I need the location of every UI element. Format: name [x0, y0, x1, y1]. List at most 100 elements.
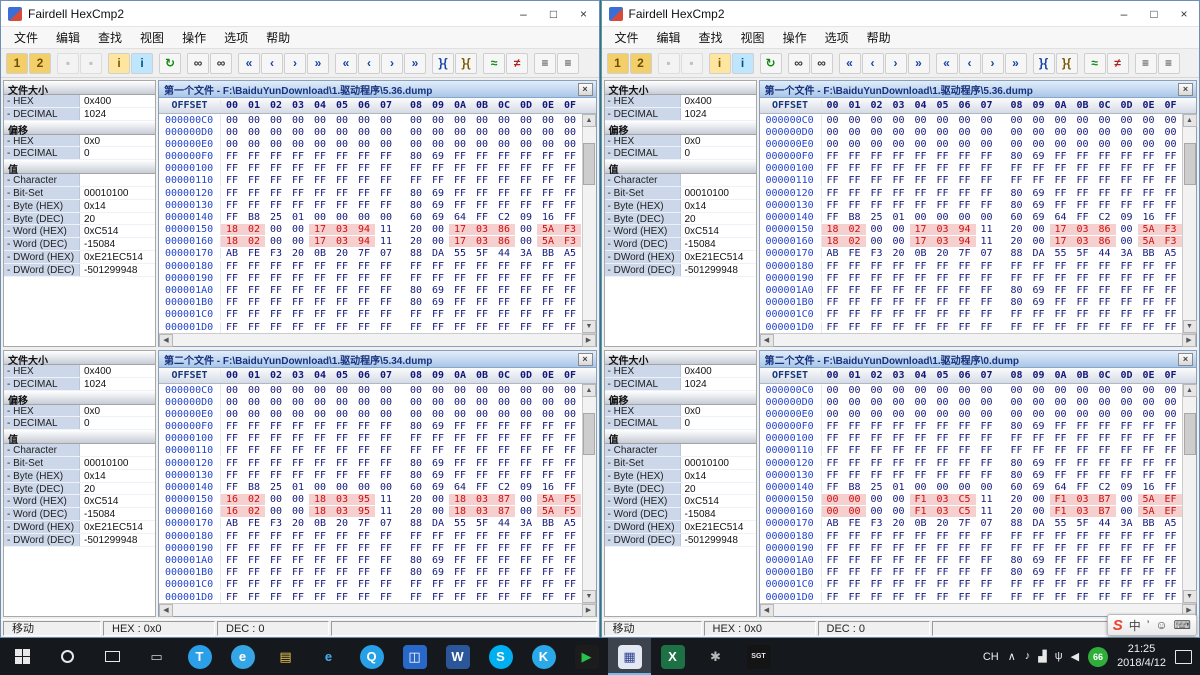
hex-byte[interactable]: FF: [1138, 273, 1160, 284]
hex-byte[interactable]: FF: [515, 297, 537, 308]
hex-byte[interactable]: FF: [471, 445, 493, 456]
hex-byte[interactable]: FF: [375, 531, 397, 542]
hex-byte[interactable]: FF: [1138, 297, 1160, 308]
hex-byte[interactable]: FF: [331, 322, 353, 333]
hex-byte[interactable]: FF: [1160, 273, 1182, 284]
hex-byte[interactable]: FF: [221, 433, 243, 444]
hex-byte[interactable]: 00: [888, 385, 910, 396]
sidebar-row[interactable]: - Word (HEX) 0xC514: [4, 495, 155, 509]
hex-byte[interactable]: FF: [1050, 309, 1072, 320]
hex-byte[interactable]: FF: [1160, 555, 1182, 566]
hex-byte[interactable]: FF: [243, 273, 265, 284]
hex-byte[interactable]: FF: [1072, 433, 1094, 444]
hex-byte[interactable]: FF: [353, 163, 375, 174]
hex-byte[interactable]: FF: [910, 175, 932, 186]
hex-byte[interactable]: FF: [515, 261, 537, 272]
hex-byte[interactable]: 60: [405, 482, 427, 493]
hex-byte[interactable]: FF: [910, 261, 932, 272]
hex-byte[interactable]: 00: [822, 127, 844, 138]
hex-byte[interactable]: FF: [1006, 273, 1028, 284]
hex-byte[interactable]: FF: [265, 458, 287, 469]
hex-byte[interactable]: FF: [822, 261, 844, 272]
hex-byte[interactable]: FF: [537, 470, 559, 481]
hex-byte[interactable]: 20: [331, 248, 353, 259]
hex-byte[interactable]: C5: [953, 494, 976, 506]
sidebar-row[interactable]: - DECIMAL 1024: [4, 107, 155, 121]
hex-byte[interactable]: FF: [910, 200, 932, 211]
hex-byte[interactable]: FF: [449, 163, 471, 174]
sidebar-row[interactable]: - HEX 0x400: [4, 365, 155, 378]
hex-byte[interactable]: 00: [1028, 224, 1050, 235]
sidebar-row[interactable]: - Word (DEC) -15084: [4, 508, 155, 521]
hex-byte[interactable]: FF: [243, 592, 265, 603]
hex-byte[interactable]: FF: [1116, 273, 1138, 284]
scroll-down-icon[interactable]: ▼: [582, 590, 596, 603]
sidebar-group-header[interactable]: 文件大小: [4, 81, 155, 97]
hex-byte[interactable]: FF: [866, 309, 888, 320]
hex-byte[interactable]: 00: [331, 115, 353, 126]
hex-byte[interactable]: FF: [1116, 445, 1138, 456]
hex-byte[interactable]: FF: [1116, 285, 1138, 296]
next-byte-diff-button[interactable]: ›: [981, 52, 1004, 74]
hex-byte[interactable]: FF: [1138, 421, 1160, 432]
sidebar-row[interactable]: - Byte (DEC) 20: [604, 482, 756, 496]
hex-byte[interactable]: FF: [976, 531, 998, 542]
hex-byte[interactable]: FF: [331, 458, 353, 469]
hex-byte[interactable]: FF: [1138, 543, 1160, 554]
hex-byte[interactable]: FF: [353, 188, 375, 199]
hex-byte[interactable]: FF: [1028, 261, 1050, 272]
hex-byte[interactable]: FF: [449, 531, 471, 542]
hex-byte[interactable]: B7: [1093, 506, 1116, 518]
hex-byte[interactable]: FF: [471, 433, 493, 444]
sogou-logo[interactable]: S: [1113, 617, 1123, 634]
sidebar-row[interactable]: - Byte (HEX) 0x14: [604, 199, 756, 213]
hex-byte[interactable]: FF: [559, 212, 581, 223]
network-icon[interactable]: ▟: [1038, 650, 1046, 663]
hex-byte[interactable]: 00: [375, 139, 397, 150]
hex-byte[interactable]: 00: [1160, 127, 1182, 138]
menu-item-2[interactable]: 查找: [89, 27, 131, 48]
hex-byte[interactable]: FF: [265, 200, 287, 211]
hex-byte[interactable]: 00: [1006, 127, 1028, 138]
hex-byte[interactable]: FF: [1116, 579, 1138, 590]
menu-item-4[interactable]: 操作: [173, 27, 215, 48]
hex-byte[interactable]: FF: [1138, 592, 1160, 603]
hex-byte[interactable]: FF: [1094, 151, 1116, 162]
minimize-button[interactable]: –: [1109, 1, 1139, 26]
hex-byte[interactable]: FF: [537, 531, 559, 542]
hex-byte[interactable]: FF: [976, 592, 998, 603]
sidebar-row[interactable]: - Word (DEC) -15084: [604, 508, 756, 521]
sidebar-row[interactable]: - HEX 0x0: [4, 404, 155, 418]
first-byte-diff-button[interactable]: «: [935, 52, 958, 74]
hex-byte[interactable]: FF: [822, 579, 844, 590]
hex-byte[interactable]: FF: [844, 579, 866, 590]
find-button[interactable]: ∞: [187, 52, 209, 74]
hex-byte[interactable]: FF: [375, 421, 397, 432]
taskbar-app-word[interactable]: W: [436, 638, 479, 675]
hex-byte[interactable]: 00: [1116, 385, 1138, 396]
hex-byte[interactable]: FF: [353, 285, 375, 296]
hex-byte[interactable]: FF: [822, 470, 844, 481]
hex-byte[interactable]: FF: [866, 175, 888, 186]
hex-byte[interactable]: 03: [331, 224, 353, 236]
sidebar-row[interactable]: - DWord (DEC) -501299948: [4, 263, 155, 277]
hex-byte[interactable]: FF: [493, 555, 515, 566]
hex-byte[interactable]: 86: [1093, 224, 1116, 236]
hex-byte[interactable]: FF: [559, 175, 581, 186]
hex-byte[interactable]: F3: [1159, 236, 1182, 248]
menu-item-5[interactable]: 选项: [215, 27, 257, 48]
menu-item-1[interactable]: 编辑: [47, 27, 89, 48]
hex-byte[interactable]: FF: [493, 151, 515, 162]
hex-byte[interactable]: FF: [427, 261, 449, 272]
hex-byte[interactable]: 88: [1006, 518, 1028, 529]
hex-byte[interactable]: FF: [471, 322, 493, 333]
hex-byte[interactable]: 00: [427, 236, 449, 247]
hex-byte[interactable]: 00: [309, 115, 331, 126]
hex-byte[interactable]: FF: [932, 273, 954, 284]
hex-byte[interactable]: FF: [515, 322, 537, 333]
hex-byte[interactable]: FF: [1006, 309, 1028, 320]
hex-byte[interactable]: FF: [449, 297, 471, 308]
hex-byte[interactable]: 00: [559, 397, 581, 408]
save-file2-button[interactable]: ▪: [680, 52, 703, 74]
taskbar-app-excel[interactable]: X: [651, 638, 694, 675]
